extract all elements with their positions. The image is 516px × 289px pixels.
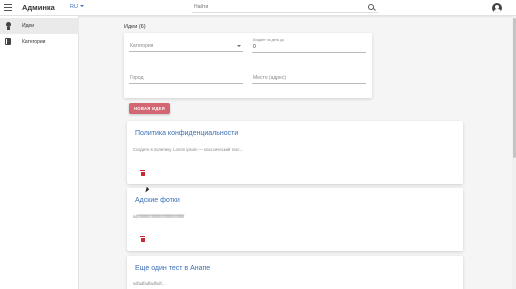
language-selector[interactable]: RU — [70, 4, 84, 10]
budget-label: Бюджет на день до — [253, 38, 285, 42]
sidebar-item-ideas[interactable]: Идеи — [0, 18, 79, 34]
search-input[interactable] — [194, 4, 354, 10]
page-title: Идеи (6) — [124, 24, 146, 30]
idea-title[interactable]: Адские фотки — [135, 197, 180, 204]
category-placeholder: Категория — [130, 43, 154, 49]
lightbulb-icon — [5, 22, 12, 30]
scrollbar-thumb[interactable] — [512, 18, 516, 158]
idea-description: sdffffffffffffffffffffffffffffffffffffff… — [133, 214, 185, 219]
budget-value: 0 — [253, 44, 256, 50]
account-avatar-icon[interactable] — [492, 3, 502, 13]
language-label: RU — [70, 4, 78, 10]
idea-card: Политика конфиденциальности Сходите в по… — [127, 121, 463, 184]
brand-title: Админка — [22, 3, 55, 12]
idea-card: Еще один тест в Анапе sdfadfadfadfsdf... — [127, 256, 463, 289]
city-field[interactable]: Город — [129, 72, 243, 84]
sidebar-item-label: Идеи — [22, 23, 35, 29]
idea-description: sdfadfadfadfsdf... — [133, 281, 166, 286]
trash-icon[interactable] — [140, 170, 145, 176]
idea-title[interactable]: Еще один тест в Анапе — [135, 265, 210, 272]
chevron-down-icon — [79, 5, 84, 7]
idea-description: Сходите в политику. Lorem ipsum — класси… — [133, 147, 244, 152]
budget-field[interactable]: Бюджет на день до 0 — [252, 38, 366, 53]
trash-icon[interactable] — [140, 236, 145, 242]
filter-card: Категория Бюджет на день до 0 Город Мест… — [124, 33, 372, 98]
city-placeholder: Город — [130, 75, 144, 81]
book-icon — [5, 38, 12, 46]
sidebar-item-categories[interactable]: Категории — [0, 34, 79, 50]
category-select[interactable]: Категория — [129, 40, 243, 52]
scrollbar[interactable] — [512, 16, 516, 289]
search-icon[interactable] — [368, 4, 374, 10]
top-bar: Админка RU — [0, 0, 516, 16]
new-idea-button[interactable]: НОВАЯ ИДЕЯ — [129, 103, 170, 114]
place-field[interactable]: Место (адрес) — [252, 72, 366, 84]
sidebar: Идеи Категории — [0, 16, 79, 289]
sidebar-item-label: Категории — [22, 39, 46, 45]
search-box — [192, 3, 378, 13]
place-placeholder: Место (адрес) — [253, 75, 286, 81]
idea-card: Адские фотки sdfffffffffffffffffffffffff… — [127, 188, 463, 251]
idea-title[interactable]: Политика конфиденциальности — [135, 130, 238, 137]
chevron-down-icon — [237, 45, 241, 47]
menu-icon[interactable] — [4, 4, 12, 12]
